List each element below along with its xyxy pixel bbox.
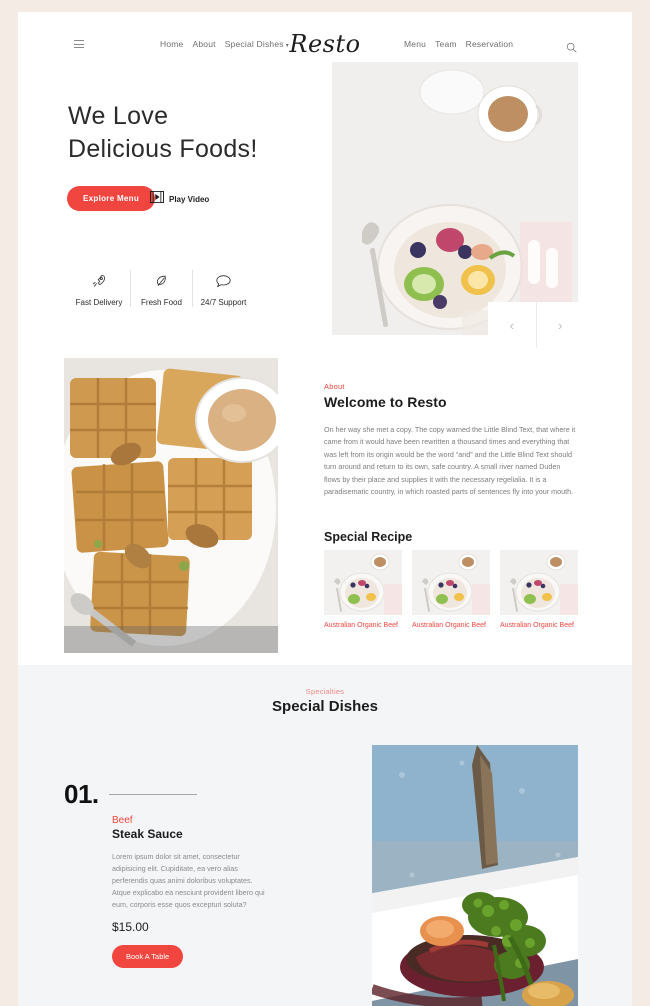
dish-image: [372, 745, 578, 1006]
feature-label: Fast Delivery: [75, 298, 123, 307]
explore-menu-button[interactable]: Explore Menu: [67, 186, 156, 211]
special-dishes-heading: Specialties Special Dishes: [18, 687, 632, 715]
recipe-image: [500, 550, 578, 615]
special-dishes-eyebrow: Specialties: [305, 687, 345, 696]
carousel-next-icon[interactable]: ›: [535, 302, 585, 348]
special-recipe-list: Australian Organic Beef Australian Organ…: [324, 550, 578, 631]
video-play-icon: [150, 190, 164, 208]
book-a-table-button[interactable]: Book A Table: [112, 945, 184, 968]
recipe-image: [324, 550, 402, 615]
nav-item-menu[interactable]: Menu: [404, 39, 426, 49]
site-header: Home About Special Dishes ▾ Resto Menu Te…: [18, 12, 632, 60]
dish-category: Beef: [112, 815, 133, 826]
feature-label: Fresh Food: [141, 298, 182, 307]
dish-details: Beef Steak Sauce Lorem ipsum dolor sit a…: [112, 815, 272, 968]
play-video-label: Play Video: [169, 194, 210, 204]
leaf-icon: [131, 270, 192, 292]
site-logo[interactable]: Resto: [18, 30, 632, 58]
dish-name: Steak Sauce: [112, 827, 183, 841]
recipe-label: Australian Organic Beef: [500, 622, 574, 629]
hero-image: [332, 62, 578, 335]
special-dishes-title: Special Dishes: [272, 698, 378, 715]
carousel-prev-icon[interactable]: ‹: [488, 302, 536, 348]
feature-label: 24/7 Support: [200, 298, 247, 307]
primary-nav-right: Menu Team Reservation: [404, 39, 513, 49]
recipe-card[interactable]: Australian Organic Beef: [324, 550, 402, 631]
dish-price: $15.00: [112, 920, 149, 934]
recipe-image: [412, 550, 490, 615]
rocket-icon: [68, 270, 130, 292]
search-icon[interactable]: [566, 40, 577, 58]
hero-title-line1: We Love: [68, 102, 169, 130]
recipe-label: Australian Organic Beef: [324, 622, 398, 629]
special-recipe-title: Special Recipe: [324, 530, 413, 544]
recipe-label: Australian Organic Beef: [412, 622, 486, 629]
about-body: On her way she met a copy. The copy warn…: [324, 425, 576, 497]
page-container: Home About Special Dishes ▾ Resto Menu Te…: [18, 12, 632, 1006]
about-image: [64, 358, 278, 653]
recipe-card[interactable]: Australian Organic Beef: [412, 550, 490, 631]
dish-number: 01.: [64, 779, 99, 809]
hero-carousel-controls: ‹ ›: [488, 302, 584, 348]
feature-support: 24/7 Support: [192, 270, 254, 307]
chat-bubble-icon: [193, 270, 254, 292]
feature-list: Fast Delivery Fresh Food 24/7 Support: [68, 270, 254, 307]
about-section: About Welcome to Resto On her way she me…: [324, 382, 578, 498]
play-video-button[interactable]: Play Video: [150, 190, 209, 208]
nav-item-team[interactable]: Team: [435, 39, 457, 49]
hero-title-line2: Delicious Foods!: [68, 135, 258, 163]
dish-number-row: 01.: [64, 779, 197, 810]
dish-divider: [108, 794, 197, 795]
feature-fast-delivery: Fast Delivery: [68, 270, 130, 307]
special-dishes-section: Specialties Special Dishes 01. Beef Stea…: [18, 665, 632, 1006]
recipe-card[interactable]: Australian Organic Beef: [500, 550, 578, 631]
hero-title: We Love Delicious Foods!: [68, 100, 328, 166]
feature-fresh-food: Fresh Food: [130, 270, 192, 307]
about-eyebrow: About: [324, 382, 345, 391]
dish-description: Lorem ipsum dolor sit amet, consectetur …: [112, 852, 265, 909]
about-title: Welcome to Resto: [324, 394, 447, 410]
nav-item-reservation[interactable]: Reservation: [466, 39, 514, 49]
